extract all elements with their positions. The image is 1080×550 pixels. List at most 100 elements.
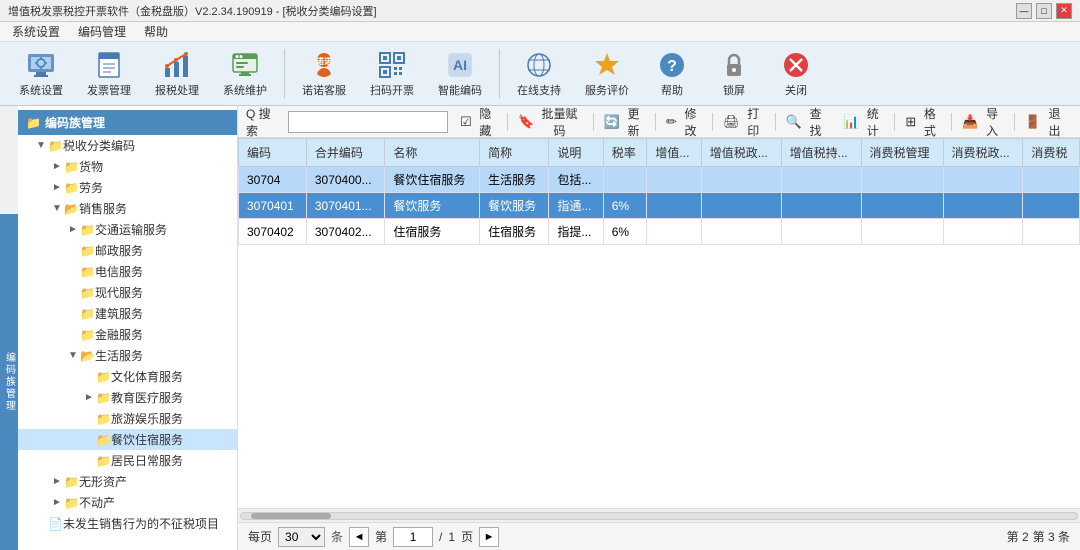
page-unit: 页 [461,528,473,545]
tree-item-postal[interactable]: ► 📁 邮政服务 [18,240,237,261]
tree-label: 未发生销售行为的不征税项目 [63,515,219,532]
update-button[interactable]: 🔄 更新 [598,103,651,141]
sep [593,113,594,131]
search-label: Q 搜索 [246,105,282,139]
menu-bar: 系统设置 编码管理 帮助 [0,22,1080,42]
tree-item-modern[interactable]: ► 📁 现代服务 [18,282,237,303]
minimize-button[interactable]: — [1016,3,1032,19]
col-ct2: 消费税政... [943,139,1023,167]
tree-label: 销售服务 [79,200,127,217]
stats-label: 统计 [861,105,884,139]
toolbar-sys-maintain[interactable]: 系统维护 [212,46,278,102]
window-controls: — □ ✕ [1016,3,1072,19]
toolbar-smart-code[interactable]: AI 智能编码 [427,46,493,102]
tree-item-construction[interactable]: ► 📁 建筑服务 [18,303,237,324]
prev-page-button[interactable]: ◄ [349,527,369,547]
toolbar-help[interactable]: ? 帮助 [642,46,702,102]
per-page-select[interactable]: 30 50 100 [278,527,325,547]
tree-item-labor[interactable]: ► 📁 劳务 [18,177,237,198]
cell-ct1 [861,167,943,193]
update-label: 更新 [622,105,645,139]
cell-name: 餐饮服务 [385,193,480,219]
import-button[interactable]: 📥 导入 [956,103,1009,141]
tree-item-daily[interactable]: ► 📁 居民日常服务 [18,450,237,471]
tree-item-finance[interactable]: ► 📁 金融服务 [18,324,237,345]
scroll-thumb[interactable] [251,513,331,519]
toolbar-invoice-mgmt[interactable]: 发票管理 [76,46,142,102]
tree-item-non-taxable[interactable]: ► 📄 未发生销售行为的不征税项目 [18,513,237,534]
toolbar-scan[interactable]: 扫码开票 [359,46,425,102]
svg-text:诺诺: 诺诺 [316,56,332,66]
hide-button[interactable]: ☑ 隐藏 [454,103,503,141]
cell-code: 3070402 [239,219,307,245]
toolbar-lock[interactable]: 锁屏 [704,46,764,102]
cell-code: 3070401 [239,193,307,219]
tree-item-goods[interactable]: ► 📁 货物 [18,156,237,177]
search-input[interactable] [288,111,448,133]
cell-merge-code: 3070401... [306,193,385,219]
online-support-icon [523,50,555,80]
menu-code-management[interactable]: 编码管理 [70,21,134,42]
sep [655,113,656,131]
toolbar-lock-label: 锁屏 [723,82,745,98]
toolbar-help-label: 帮助 [661,82,683,98]
scan-icon [376,50,408,80]
toolbar-online-label: 在线支持 [517,82,561,98]
tree-item-intangible[interactable]: ► 📁 无形资产 [18,471,237,492]
menu-help[interactable]: 帮助 [136,21,176,42]
panel-header-label: 编码族管理 [45,114,105,131]
toolbar-close-label: 关闭 [785,82,807,98]
tree-item-real-estate[interactable]: ► 📁 不动产 [18,492,237,513]
tree-label: 旅游娱乐服务 [111,410,183,427]
close-window-button[interactable]: ✕ [1056,3,1072,19]
tree-item-transport[interactable]: ► 📁 交通运输服务 [18,219,237,240]
toolbar-nuonuo[interactable]: 诺诺 诺诺客服 [291,46,357,102]
per-page-label: 每页 [248,528,272,545]
tree-item-culture[interactable]: ► 📁 文化体育服务 [18,366,237,387]
sep [775,113,776,131]
table-row[interactable]: 30704 3070400... 餐饮住宿服务 生活服务 包括... [239,167,1080,193]
tree-item-telecom[interactable]: ► 📁 电信服务 [18,261,237,282]
folder-icon: 📁 [80,244,95,258]
exit-button[interactable]: 🚪 退出 [1019,103,1072,141]
tree-item-sales-service[interactable]: ▼ 📂 销售服务 [18,198,237,219]
cell-rate: 6% [603,193,647,219]
table-row[interactable]: 3070401 3070401... 餐饮服务 餐饮服务 指通... 6% [239,193,1080,219]
tree-item-edu[interactable]: ► 📁 教育医疗服务 [18,387,237,408]
toolbar-close[interactable]: 关闭 [766,46,826,102]
batch-assign-button[interactable]: 🔖 批量赋码 [512,103,589,141]
toolbar-online-support[interactable]: 在线支持 [506,46,572,102]
col-note: 说明 [549,139,603,167]
toolbar-sys-settings-label: 系统设置 [19,82,63,98]
cell-ct2 [943,219,1023,245]
query-button[interactable]: 🔍 查找 [780,103,833,141]
cell-name: 餐饮住宿服务 [385,167,480,193]
tree-item-life-service[interactable]: ▼ 📂 生活服务 [18,345,237,366]
toolbar-service-eval[interactable]: 服务评价 [574,46,640,102]
next-page-button[interactable]: ► [479,527,499,547]
toolbar-maintain-label: 系统维护 [223,82,267,98]
toolbar-tax-process[interactable]: 报税处理 [144,46,210,102]
left-badge[interactable]: 编码族管理 [0,214,18,550]
modify-button[interactable]: ✏ 修改 [660,103,708,141]
horizontal-scrollbar[interactable] [238,508,1080,522]
tax-process-icon [161,50,193,80]
print-button[interactable]: 🖨 打印 [717,103,771,141]
format-button[interactable]: ⊞ 格式 [899,103,947,141]
stats-button[interactable]: 📊 统计 [837,103,890,141]
maximize-button[interactable]: □ [1036,3,1052,19]
toolbar-nuonuo-label: 诺诺客服 [302,82,346,98]
toolbar-sys-settings[interactable]: 系统设置 [8,46,74,102]
toolbar-scan-label: 扫码开票 [370,82,414,98]
current-page-input[interactable] [393,527,433,547]
folder-icon: 📂 [64,202,79,216]
tree-item-catering[interactable]: ► 📁 餐饮住宿服务 [18,429,237,450]
tree-item-tourism[interactable]: ► 📁 旅游娱乐服务 [18,408,237,429]
scroll-track[interactable] [240,512,1078,520]
expand-icon: ▼ [66,349,80,363]
table-row[interactable]: 3070402 3070402... 住宿服务 住宿服务 指提... 6% [239,219,1080,245]
toolbar-eval-label: 服务评价 [585,82,629,98]
tree-item-tax-code[interactable]: ▼ 📁 税收分类编码 [18,135,237,156]
folder-icon: 📄 [48,517,63,531]
menu-system-settings[interactable]: 系统设置 [4,21,68,42]
